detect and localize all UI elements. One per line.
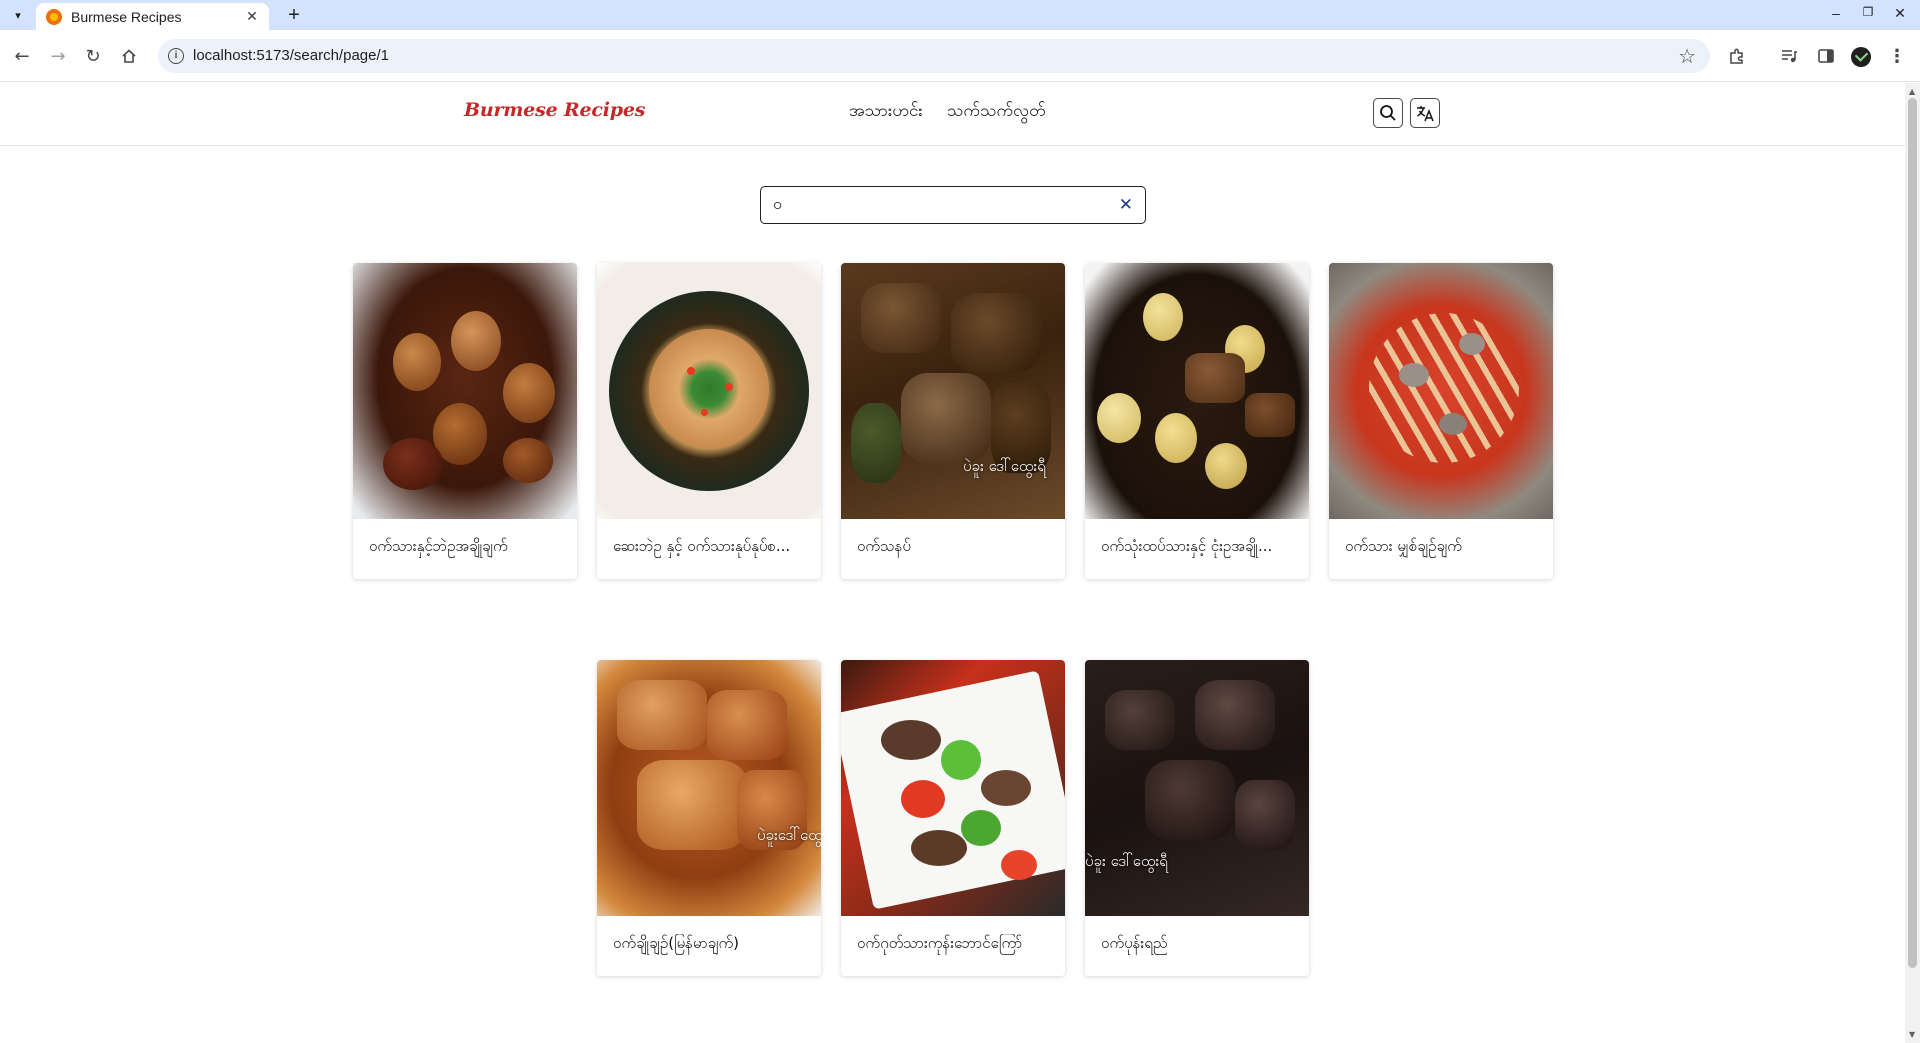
recipe-card[interactable]: ပဲခူး ဒေါ်ထွေးရီ ဝက်သနပ် — [841, 263, 1065, 579]
search-input[interactable] — [773, 195, 1093, 214]
recipe-card[interactable]: ဝက်သား မျှစ်ချဉ်ချက် — [1329, 263, 1553, 579]
site-header: Burmese Recipes အသားဟင်း သက်သက်လွတ် — [0, 83, 1905, 146]
recipe-title[interactable]: ဝက်သား မျှစ်ချဉ်ချက် — [1345, 537, 1541, 559]
bookmark-star-icon[interactable]: ☆ — [1678, 44, 1696, 68]
clear-search-icon[interactable]: ✕ — [1119, 195, 1133, 215]
home-icon[interactable] — [116, 43, 142, 69]
recipe-image-watermark: ပဲခူး ဒေါ်ထွေးရီ — [1085, 852, 1168, 870]
recipe-title[interactable]: ဆေးဘဲဥ နှင့် ဝက်သားနုပ်နုပ်စ... — [613, 537, 809, 559]
recipe-image-watermark: ပဲခူးဒေါ်ထွေ — [757, 826, 821, 844]
page-scrollbar[interactable]: ▲ ▼ — [1905, 83, 1920, 1043]
back-arrow-icon[interactable]: ← — [9, 43, 35, 69]
scroll-thumb[interactable] — [1908, 98, 1917, 968]
recipe-title[interactable]: ဝက်ဂုတ်သားကုန်းဘောင်ကြော် — [857, 934, 1053, 956]
site-logo[interactable]: Burmese Recipes — [464, 99, 645, 121]
nav-link-meat[interactable]: အသားဟင်း — [849, 100, 923, 125]
tab-close-icon[interactable]: ✕ — [243, 8, 261, 26]
recipe-title[interactable]: ဝက်သုံးထပ်သားနှင့် ငုံးဥအချို... — [1101, 537, 1297, 559]
reload-icon[interactable]: ↻ — [80, 43, 106, 69]
recipe-title[interactable]: ဝက်ချိုချဉ်(မြန်မာချက်) — [613, 934, 809, 956]
recipe-card[interactable]: ဝက်ဂုတ်သားကုန်းဘောင်ကြော် — [841, 660, 1065, 976]
recipe-title[interactable]: ဝက်သားနှင့်ဘဲဥအချိုချက် — [369, 537, 565, 559]
nav-link-vegetarian[interactable]: သက်သက်လွတ် — [947, 100, 1046, 125]
scroll-up-arrow-icon[interactable]: ▲ — [1909, 87, 1915, 96]
scroll-down-arrow-icon[interactable]: ▼ — [1909, 1030, 1915, 1039]
translate-icon — [1417, 106, 1434, 122]
recipe-image[interactable] — [1329, 263, 1553, 519]
recipe-image-watermark: ပဲခူး ဒေါ်ထွေးရီ — [963, 457, 1046, 475]
minimize-window-icon[interactable]: – — [1825, 5, 1847, 25]
url-text[interactable]: localhost:5173/search/page/1 — [193, 47, 389, 64]
extensions-puzzle-icon[interactable] — [1724, 43, 1750, 69]
recipe-title[interactable]: ဝက်ပုန်းရည် — [1101, 934, 1297, 956]
site-info-icon[interactable]: i — [168, 48, 184, 64]
recipe-image[interactable] — [841, 263, 1065, 519]
forward-arrow-icon[interactable]: → — [45, 43, 71, 69]
favicon-icon — [46, 8, 62, 25]
search-field[interactable]: ✕ — [760, 186, 1146, 224]
tab-title: Burmese Recipes — [71, 8, 182, 25]
search-icon — [1380, 105, 1396, 121]
recipe-image[interactable] — [353, 263, 577, 519]
page-viewport: Burmese Recipes အသားဟင်း သက်သက်လွတ် ✕ ဝက… — [0, 83, 1905, 1043]
media-controls-icon[interactable] — [1776, 43, 1802, 69]
close-window-icon[interactable]: ✕ — [1889, 5, 1911, 25]
language-toggle-button[interactable] — [1410, 98, 1440, 128]
side-panel-icon[interactable] — [1813, 43, 1839, 69]
profile-avatar-icon[interactable] — [1851, 47, 1871, 67]
new-tab-plus-icon[interactable]: + — [283, 5, 305, 27]
recipe-image[interactable] — [597, 660, 821, 916]
search-button[interactable] — [1373, 98, 1403, 128]
address-bar[interactable]: i localhost:5173/search/page/1 ☆ — [158, 39, 1710, 73]
restore-window-icon[interactable]: ❐ — [1857, 5, 1879, 25]
recipe-image[interactable] — [597, 263, 821, 519]
recipe-image[interactable] — [841, 660, 1065, 916]
recipe-card[interactable]: ဆေးဘဲဥ နှင့် ဝက်သားနုပ်နုပ်စ... — [597, 263, 821, 579]
browser-tab[interactable]: Burmese Recipes ✕ — [36, 3, 269, 30]
recipe-card[interactable]: ဝက်သားနှင့်ဘဲဥအချိုချက် — [353, 263, 577, 579]
recipe-card[interactable]: ပဲခူးဒေါ်ထွေ ဝက်ချိုချဉ်(မြန်မာချက်) — [597, 660, 821, 976]
recipe-image[interactable] — [1085, 660, 1309, 916]
recipe-image[interactable] — [1085, 263, 1309, 519]
recipe-card[interactable]: ပဲခူး ဒေါ်ထွေးရီ ဝက်ပုန်းရည် — [1085, 660, 1309, 976]
browser-toolbar: ← → ↻ i localhost:5173/search/page/1 ☆ ⋮ — [0, 30, 1920, 82]
browser-tab-strip: ▾ Burmese Recipes ✕ + – ❐ ✕ — [0, 0, 1920, 30]
browser-menu-icon[interactable]: ⋮ — [1884, 43, 1910, 69]
recipe-card[interactable]: ဝက်သုံးထပ်သားနှင့် ငုံးဥအချို... — [1085, 263, 1309, 579]
recipe-title[interactable]: ဝက်သနပ် — [857, 537, 1053, 559]
tab-search-chevron-icon[interactable]: ▾ — [7, 4, 29, 26]
